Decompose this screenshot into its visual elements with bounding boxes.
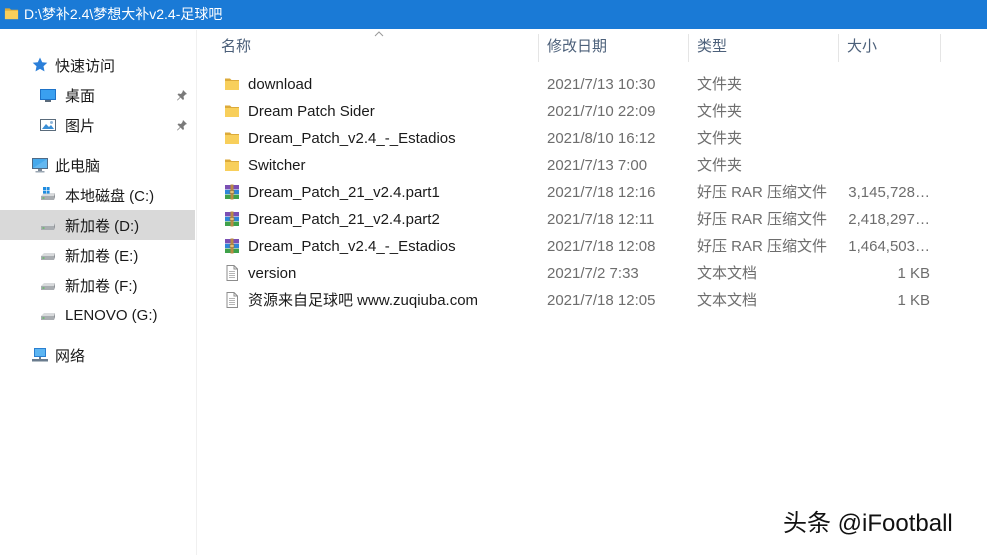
column-header-modified[interactable]: 修改日期 [547, 34, 607, 60]
file-name: Dream_Patch_21_v2.4.part1 [248, 184, 440, 201]
file-modified: 2021/7/13 10:30 [547, 76, 656, 93]
file-row[interactable]: Dream_Patch_21_v2.4.part1 2021/7/18 12:1… [198, 179, 987, 206]
nav-item-label: 桌面 [65, 87, 96, 105]
nav-item-label: 新加卷 (F:) [65, 277, 138, 295]
file-row[interactable]: 资源来自足球吧 www.zuqiuba.com 2021/7/18 12:05 … [198, 287, 987, 314]
desktop-icon [39, 86, 57, 104]
file-row[interactable]: Switcher 2021/7/13 7:00 文件夹 [198, 152, 987, 179]
drive-icon [39, 216, 57, 234]
nav-item-label: 本地磁盘 (C:) [65, 187, 155, 205]
folder-icon [224, 157, 240, 173]
nav-item-label: 图片 [65, 117, 96, 135]
file-modified: 2021/7/18 12:16 [547, 184, 656, 201]
nav-item-label: 网络 [55, 347, 86, 365]
text-document-icon [224, 265, 240, 281]
file-size: 2,418,297… [848, 211, 930, 228]
nav-item-pictures[interactable]: 图片 [0, 110, 195, 140]
folder-icon [4, 6, 19, 21]
pin-icon [176, 119, 188, 131]
column-divider[interactable] [838, 34, 839, 62]
file-list: download 2021/7/13 10:30 文件夹 Dream Patch… [198, 71, 987, 314]
file-list-pane: 名称 修改日期 类型 大小 download 2021/7/13 10:30 文… [198, 30, 987, 555]
window-title: D:\梦补2.4\梦想大补v2.4-足球吧 [24, 6, 223, 22]
column-headers: 名称 修改日期 类型 大小 [198, 34, 987, 62]
file-row[interactable]: Dream_Patch_21_v2.4.part2 2021/7/18 12:1… [198, 206, 987, 233]
folder-icon [224, 130, 240, 146]
nav-item-drive-g[interactable]: LENOVO (G:) [0, 300, 195, 330]
computer-icon [31, 156, 49, 174]
nav-item-drive-d[interactable]: 新加卷 (D:) [0, 210, 195, 240]
file-type: 好压 RAR 压缩文件 [697, 211, 828, 228]
nav-item-this-pc[interactable]: 此电脑 [0, 150, 195, 180]
file-type: 文件夹 [697, 103, 743, 120]
nav-item-label: 此电脑 [55, 157, 101, 175]
rar-archive-icon [224, 184, 240, 200]
file-modified: 2021/8/10 16:12 [547, 130, 656, 147]
column-divider[interactable] [940, 34, 941, 62]
star-icon [31, 56, 49, 74]
file-type: 文件夹 [697, 130, 743, 147]
file-modified: 2021/7/13 7:00 [547, 157, 648, 174]
file-size: 3,145,728… [848, 184, 930, 201]
file-modified: 2021/7/18 12:08 [547, 238, 656, 255]
file-size: 1 KB [897, 265, 930, 282]
nav-item-label: 新加卷 (D:) [65, 217, 140, 235]
column-divider[interactable] [538, 34, 539, 62]
drive-icon [39, 276, 57, 294]
file-type: 好压 RAR 压缩文件 [697, 238, 828, 255]
file-name: Dream_Patch_v2.4_-_Estadios [248, 238, 456, 255]
nav-item-label: LENOVO (G:) [65, 306, 158, 324]
file-size: 1 KB [897, 292, 930, 309]
network-icon [31, 346, 49, 364]
file-name: 资源来自足球吧 www.zuqiuba.com [248, 292, 479, 309]
nav-item-drive-f[interactable]: 新加卷 (F:) [0, 270, 195, 300]
rar-archive-icon [224, 238, 240, 254]
pin-icon [176, 89, 188, 101]
folder-icon [224, 103, 240, 119]
file-row[interactable]: Dream_Patch_v2.4_-_Estadios 2021/8/10 16… [198, 125, 987, 152]
file-name: Dream Patch Sider [248, 103, 375, 120]
file-row[interactable]: version 2021/7/2 7:33 文本文档 1 KB [198, 260, 987, 287]
file-type: 好压 RAR 压缩文件 [697, 184, 828, 201]
file-size: 1,464,503… [848, 238, 930, 255]
text-document-icon [224, 292, 240, 308]
title-bar[interactable]: D:\梦补2.4\梦想大补v2.4-足球吧 [0, 0, 987, 29]
file-row[interactable]: download 2021/7/13 10:30 文件夹 [198, 71, 987, 98]
file-name: download [248, 76, 313, 93]
file-modified: 2021/7/2 7:33 [547, 265, 639, 282]
navigation-pane: 快速访问 桌面 图片 此电脑 本地磁盘 (C:) 新加卷 (D:) 新加卷 (E… [0, 30, 197, 555]
nav-item-quick-access[interactable]: 快速访问 [0, 50, 195, 80]
file-name: version [248, 265, 297, 282]
pictures-icon [39, 116, 57, 134]
file-modified: 2021/7/10 22:09 [547, 103, 656, 120]
file-modified: 2021/7/18 12:11 [547, 211, 655, 228]
column-divider[interactable] [688, 34, 689, 62]
file-row[interactable]: Dream_Patch_v2.4_-_Estadios 2021/7/18 12… [198, 233, 987, 260]
nav-item-drive-e[interactable]: 新加卷 (E:) [0, 240, 195, 270]
file-row[interactable]: Dream Patch Sider 2021/7/10 22:09 文件夹 [198, 98, 987, 125]
folder-icon [224, 76, 240, 92]
file-name: Switcher [248, 157, 306, 174]
watermark: 头条 @iFootball [783, 510, 953, 537]
nav-item-label: 新加卷 (E:) [65, 247, 139, 265]
column-header-size[interactable]: 大小 [847, 34, 877, 60]
nav-item-desktop[interactable]: 桌面 [0, 80, 195, 110]
file-name: Dream_Patch_21_v2.4.part2 [248, 211, 440, 228]
file-type: 文本文档 [697, 292, 758, 309]
file-type: 文件夹 [697, 157, 743, 174]
column-header-type[interactable]: 类型 [697, 34, 727, 60]
system-drive-icon [39, 186, 57, 204]
file-modified: 2021/7/18 12:05 [547, 292, 656, 309]
column-header-name[interactable]: 名称 [221, 34, 251, 60]
drive-icon [39, 246, 57, 264]
file-type: 文本文档 [697, 265, 758, 282]
nav-item-label: 快速访问 [55, 57, 116, 75]
nav-item-drive-c[interactable]: 本地磁盘 (C:) [0, 180, 195, 210]
drive-icon [39, 306, 57, 324]
chevron-up-icon [374, 31, 384, 37]
file-type: 文件夹 [697, 76, 743, 93]
file-name: Dream_Patch_v2.4_-_Estadios [248, 130, 456, 147]
nav-item-network[interactable]: 网络 [0, 340, 195, 370]
rar-archive-icon [224, 211, 240, 227]
